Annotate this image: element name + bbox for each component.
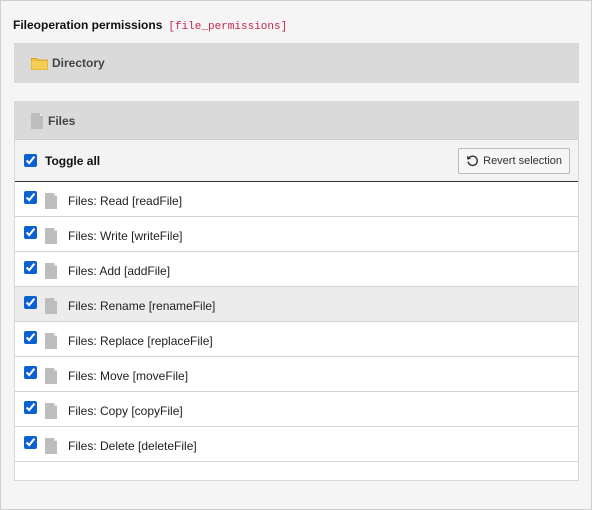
file-icon — [45, 403, 58, 419]
toggle-all-label: Toggle all — [45, 153, 101, 168]
permission-checkbox[interactable] — [24, 365, 37, 379]
permission-checkbox[interactable] — [24, 190, 37, 204]
files-panel: Files Toggle all Revert selection Files:… — [14, 101, 579, 481]
permission-label: Files: Copy [copyFile] — [68, 404, 183, 418]
permission-label: Files: Rename [renameFile] — [68, 299, 216, 313]
undo-icon — [466, 154, 483, 167]
permission-checkbox[interactable] — [24, 435, 37, 449]
list-item[interactable]: Files: Read [readFile] — [15, 182, 578, 217]
directory-panel-heading[interactable]: Directory — [15, 44, 578, 82]
directory-panel-label: Directory — [52, 56, 105, 70]
folder-icon — [31, 57, 48, 70]
list-item[interactable]: Files: Add [addFile] — [15, 252, 578, 287]
page-header: Fileoperation permissions [file_permissio… — [13, 18, 287, 33]
permission-label: Files: Write [writeFile] — [68, 229, 183, 243]
page-title: Fileoperation permissions — [13, 18, 163, 32]
permission-label: Files: Add [addFile] — [68, 264, 171, 278]
toggle-all-checkbox[interactable] — [24, 154, 37, 167]
toggle-all-row: Toggle all Revert selection — [15, 140, 578, 182]
list-item[interactable]: Files: Replace [replaceFile] — [15, 322, 578, 357]
revert-selection-label: Revert selection — [483, 154, 562, 167]
directory-panel: Directory — [14, 43, 579, 83]
file-icon — [45, 298, 58, 314]
file-icon — [45, 228, 58, 244]
list-item[interactable]: Files: Write [writeFile] — [15, 217, 578, 252]
file-icon — [31, 112, 44, 129]
list-item[interactable]: Files: Move [moveFile] — [15, 357, 578, 392]
permission-checkbox[interactable] — [24, 260, 37, 274]
list-item[interactable]: Files: Delete [deleteFile] — [15, 427, 578, 462]
file-icon — [45, 193, 58, 209]
permission-label: Files: Delete [deleteFile] — [68, 439, 197, 453]
list-item[interactable]: Files: Copy [copyFile] — [15, 392, 578, 427]
permission-checkbox[interactable] — [24, 400, 37, 414]
files-panel-heading[interactable]: Files — [15, 102, 578, 140]
files-panel-label: Files — [48, 113, 76, 128]
permission-label: Files: Move [moveFile] — [68, 369, 189, 383]
file-permission-list: Files: Read [readFile] Files: Write [writ… — [15, 182, 578, 462]
permission-key-code: [file_permissions] — [168, 21, 288, 33]
file-icon — [45, 368, 58, 384]
file-icon — [45, 438, 58, 454]
permission-label: Files: Read [readFile] — [68, 194, 183, 208]
permission-checkbox[interactable] — [24, 225, 37, 239]
permission-checkbox[interactable] — [24, 330, 37, 344]
list-item[interactable]: Files: Rename [renameFile] — [15, 287, 578, 322]
permission-checkbox[interactable] — [24, 295, 37, 309]
file-icon — [45, 333, 58, 349]
revert-selection-button[interactable]: Revert selection — [458, 147, 570, 174]
file-icon — [45, 263, 58, 279]
permission-label: Files: Replace [replaceFile] — [68, 334, 213, 348]
